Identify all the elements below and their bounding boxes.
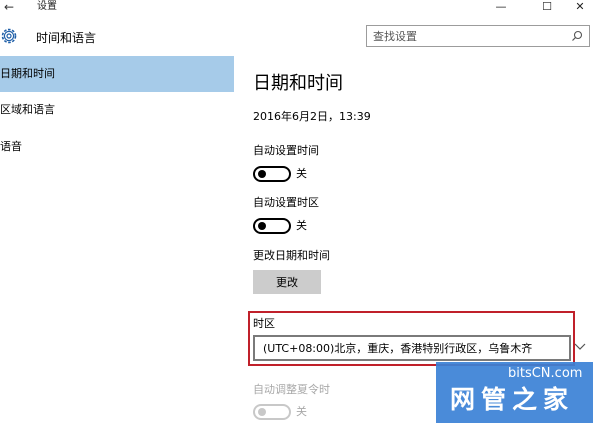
- timezone-dropdown[interactable]: (UTC+08:00)北京，重庆，香港特别行政区，乌鲁木齐: [253, 335, 571, 361]
- auto-timezone-label: 自动设置时区: [253, 196, 319, 209]
- auto-timezone-state: 关: [296, 219, 307, 232]
- watermark-brand: 网管之家: [450, 385, 575, 414]
- current-datetime: 2016年6月2日，13:39: [253, 110, 371, 123]
- toggle-knob: [258, 170, 266, 178]
- sidebar-item-region-language[interactable]: 区域和语言: [0, 92, 234, 128]
- search-icon[interactable]: [571, 30, 583, 42]
- change-button[interactable]: 更改: [253, 270, 321, 294]
- auto-time-label: 自动设置时间: [253, 144, 319, 157]
- page-title: 日期和时间: [253, 73, 343, 94]
- sidebar-item-label: 语音: [0, 140, 22, 153]
- search-box[interactable]: [366, 25, 590, 47]
- auto-time-state: 关: [296, 167, 307, 180]
- auto-timezone-toggle[interactable]: [253, 218, 291, 234]
- chevron-down-icon[interactable]: [574, 343, 586, 351]
- minimize-button[interactable]: —: [486, 0, 516, 16]
- close-button[interactable]: ✕: [565, 0, 593, 16]
- sidebar-item-label: 区域和语言: [0, 103, 55, 116]
- back-arrow-icon[interactable]: ←: [4, 0, 18, 15]
- sidebar-item-label: 日期和时间: [0, 67, 55, 80]
- timezone-selected-value: (UTC+08:00)北京，重庆，香港特别行政区，乌鲁木齐: [263, 342, 533, 355]
- gear-icon: [1, 28, 17, 44]
- timezone-label: 时区: [253, 317, 275, 330]
- change-datetime-label: 更改日期和时间: [253, 249, 330, 262]
- sidebar-item-speech[interactable]: 语音: [0, 130, 234, 166]
- maximize-button[interactable]: ☐: [532, 0, 562, 16]
- auto-time-toggle[interactable]: [253, 166, 291, 182]
- search-input[interactable]: [373, 28, 563, 44]
- section-title: 时间和语言: [36, 31, 97, 45]
- sidebar-item-date-time[interactable]: 日期和时间: [0, 56, 234, 92]
- watermark: bitsCN.com 网管之家: [436, 362, 593, 423]
- dst-label: 自动调整夏令时: [253, 383, 330, 396]
- dst-toggle[interactable]: [253, 404, 291, 420]
- scrollbar[interactable]: [588, 56, 593, 356]
- toggle-knob: [258, 222, 266, 230]
- toggle-knob: [258, 408, 266, 416]
- watermark-site: bitsCN.com: [508, 366, 583, 381]
- window-title: 设置: [37, 1, 57, 12]
- dst-state: 关: [296, 405, 307, 418]
